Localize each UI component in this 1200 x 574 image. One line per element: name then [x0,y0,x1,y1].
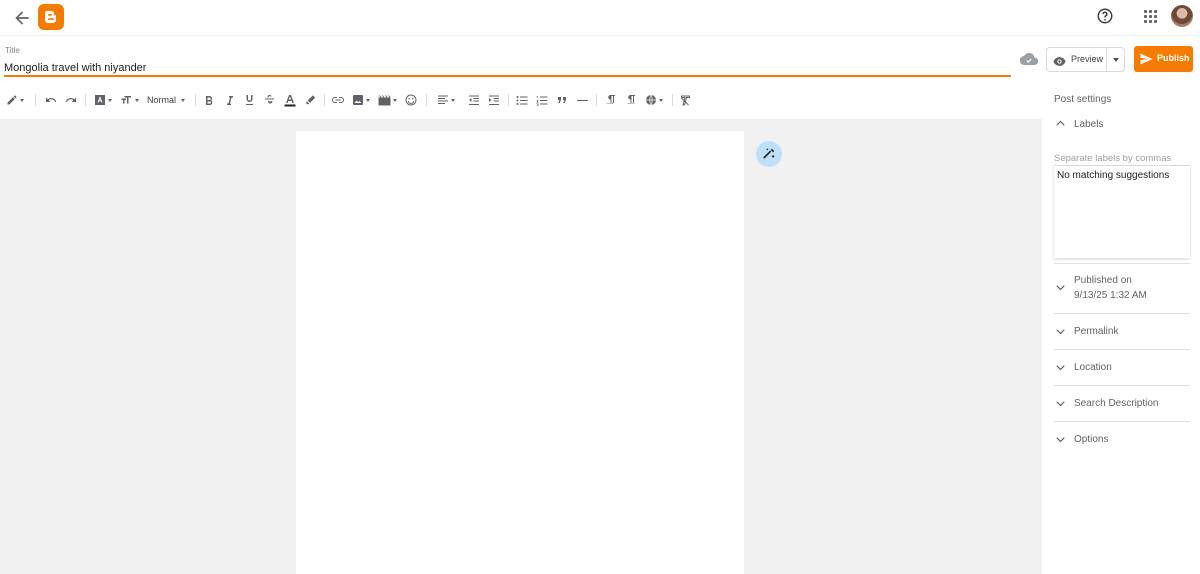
top-bar [0,0,1200,36]
emoji-icon[interactable] [405,92,417,108]
permalink-section-header[interactable]: Permalink [1054,324,1190,339]
chevron-down-icon [1056,437,1065,443]
language-icon[interactable] [645,92,663,108]
location-label: Location [1074,362,1112,373]
publish-button[interactable]: Publish [1134,46,1193,72]
section-divider [1054,385,1190,386]
apps-grid-icon[interactable] [1144,10,1158,24]
italic-icon[interactable] [225,92,235,108]
preview-label: Preview [1071,54,1104,64]
send-icon [1140,53,1153,65]
indent-decrease-icon[interactable] [468,92,480,108]
quote-icon[interactable] [557,92,567,108]
preview-divider [1106,48,1107,71]
strikethrough-icon[interactable] [264,92,275,108]
horizontal-rule-icon[interactable] [577,92,588,108]
numbered-list-icon[interactable] [536,92,548,108]
underline-icon[interactable] [244,92,255,108]
indent-increase-icon[interactable] [488,92,500,108]
labels-input[interactable] [1054,152,1190,166]
preview-button[interactable]: Preview [1046,47,1125,72]
chevron-up-icon [1056,120,1065,126]
permalink-label: Permalink [1074,326,1119,337]
chevron-down-icon [1056,329,1065,335]
post-settings-title: Post settings [1054,94,1112,105]
options-section-header[interactable]: Options [1054,432,1190,447]
post-body-editor[interactable] [296,131,744,574]
labels-section-header[interactable]: Labels [1054,117,1190,132]
options-label: Options [1074,434,1109,445]
eye-icon [1053,54,1066,72]
ltr-icon[interactable] [605,92,616,108]
blogger-logo-icon[interactable] [38,4,64,30]
redo-icon[interactable] [65,92,77,108]
post-settings-panel: Post settings Labels No matching suggest… [1042,78,1200,574]
section-divider [1054,263,1190,264]
labels-section-label: Labels [1074,119,1104,130]
video-icon[interactable] [378,92,397,108]
font-size-icon[interactable] [120,92,139,108]
location-section-header[interactable]: Location [1054,360,1190,375]
published-on-label: Published on [1074,275,1132,286]
rtl-icon[interactable] [625,92,636,108]
chevron-down-icon [1056,285,1065,291]
font-family-icon[interactable] [94,92,112,108]
publish-label: Publish [1157,53,1190,63]
toolbar-divider [195,94,196,106]
labels-suggestions-dropdown: No matching suggestions [1054,166,1190,258]
highlight-icon[interactable] [305,92,316,108]
paragraph-style-label: Normal [147,95,177,105]
clear-format-icon[interactable] [680,92,691,108]
magic-wand-icon[interactable] [756,141,782,167]
chevron-down-icon [1056,365,1065,371]
published-on-section-header[interactable]: Published on 9/13/25 1:32 AM [1054,273,1190,303]
title-field-label: Title [5,46,20,55]
cloud-saved-icon [1019,52,1039,66]
toolbar-divider [508,94,509,106]
align-icon[interactable] [437,92,455,108]
section-divider [1054,349,1190,350]
edit-mode-icon[interactable] [6,92,24,108]
chevron-down-icon [1056,401,1065,407]
section-divider [1054,313,1190,314]
back-arrow-icon[interactable] [12,8,32,28]
toolbar-divider [596,94,597,106]
bulleted-list-icon[interactable] [516,92,528,108]
paragraph-style-dropdown[interactable]: Normal [147,92,186,108]
search-description-label: Search Description [1074,398,1159,409]
link-icon[interactable] [332,92,344,108]
bold-icon[interactable] [204,92,214,108]
no-suggestions-text: No matching suggestions [1057,170,1170,181]
formatting-toolbar: Normal [0,88,1042,112]
toolbar-divider [426,94,427,106]
title-input[interactable] [4,60,1011,77]
toolbar-divider [672,94,673,106]
help-circle-icon[interactable] [1096,7,1114,25]
preview-dropdown-icon[interactable] [1113,58,1119,62]
toolbar-divider [324,94,325,106]
section-divider [1054,421,1190,422]
undo-icon[interactable] [45,92,57,108]
user-avatar[interactable] [1171,5,1193,27]
toolbar-divider [85,94,86,106]
published-date: 9/13/25 1:32 AM [1074,290,1147,301]
text-color-icon[interactable] [284,92,296,108]
search-description-section-header[interactable]: Search Description [1054,396,1190,411]
image-icon[interactable] [352,92,370,108]
toolbar-divider [35,94,36,106]
